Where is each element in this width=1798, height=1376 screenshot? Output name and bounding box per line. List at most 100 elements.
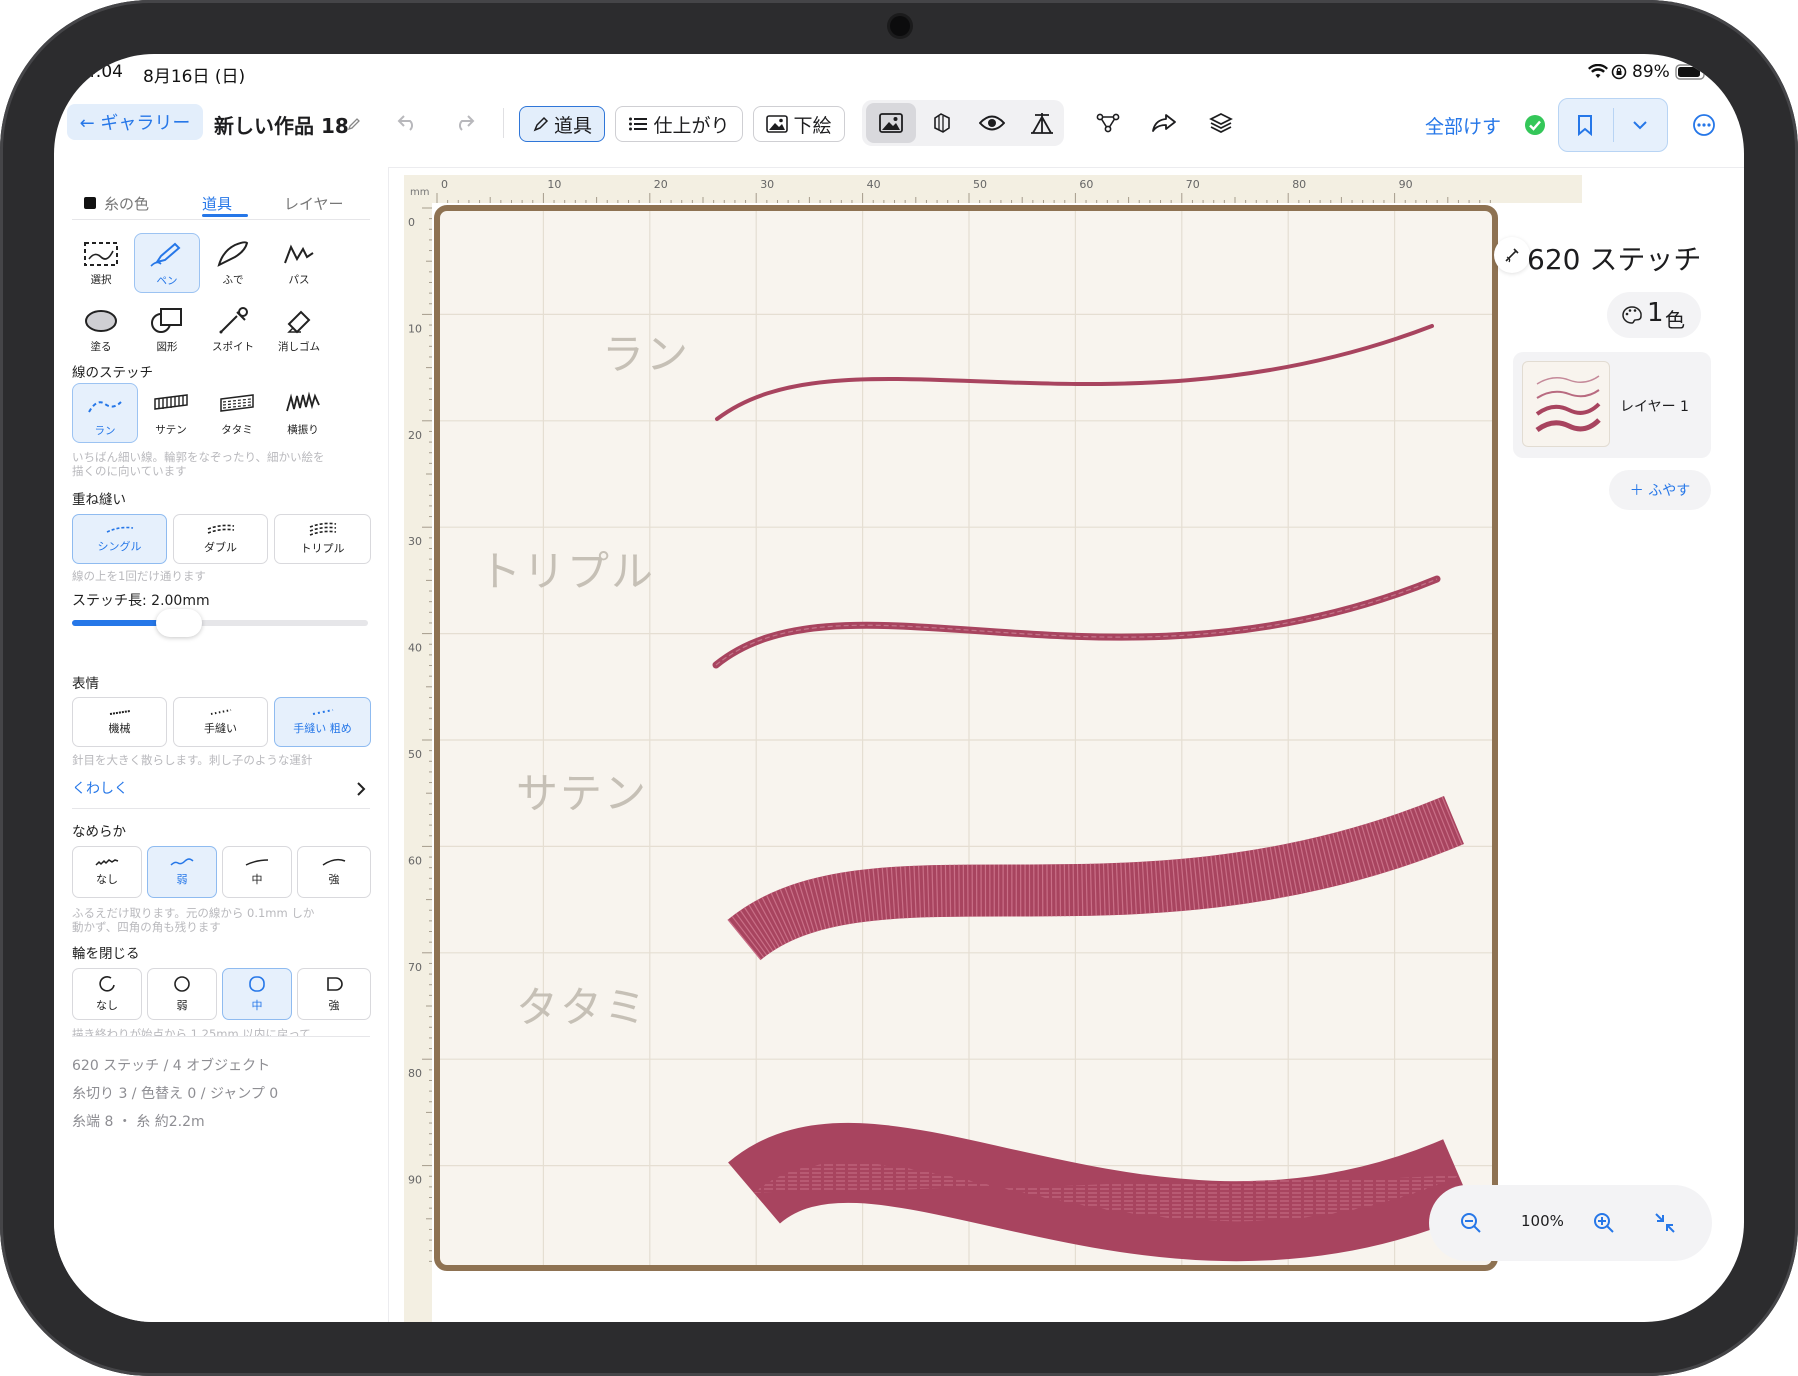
v-ruler-label: 20 xyxy=(408,429,422,442)
tab-layers[interactable]: レイヤー xyxy=(284,193,344,214)
color-count-pill[interactable]: 1 色 xyxy=(1607,292,1701,338)
stats-divider xyxy=(72,1036,370,1037)
eyedropper-tool[interactable]: スポイト xyxy=(200,300,266,360)
v-ruler-label: 10 xyxy=(408,322,422,335)
more-details-link[interactable]: くわしく xyxy=(72,778,128,798)
eyedropper-icon xyxy=(219,307,248,334)
fill-tool[interactable]: 塗る xyxy=(68,300,134,360)
smooth-weak-option[interactable]: 弱 xyxy=(147,846,217,898)
tatami-stitch-icon xyxy=(220,394,254,412)
undo-icon[interactable] xyxy=(388,102,428,142)
eraser-tool[interactable]: 消しゴム xyxy=(266,300,332,360)
select-tool[interactable]: 選択 xyxy=(68,233,134,293)
palette-icon xyxy=(1622,306,1642,324)
add-layer-button[interactable]: ＋ ふやす xyxy=(1609,470,1711,510)
rename-pencil-icon[interactable] xyxy=(347,117,361,131)
path-tool[interactable]: パス xyxy=(266,233,332,293)
stitch-count: 620 ステッチ xyxy=(1527,243,1702,276)
tab-thread-color[interactable]: 糸の色 xyxy=(104,193,149,214)
finish-mode-button[interactable]: 仕上がり xyxy=(615,106,743,142)
brush-tool[interactable]: ふで xyxy=(200,233,266,293)
app-screen: 14:04 8月16日 (日) 89% ← ギャラリー 新しい作品 18 道具 xyxy=(54,54,1744,1322)
expression-hand-option[interactable]: 手縫い xyxy=(173,697,268,747)
share-icon[interactable] xyxy=(1144,103,1184,143)
machine-stitch-icon xyxy=(109,710,130,715)
stitch-length-label: ステッチ長: 2.00mm xyxy=(72,593,210,609)
stitch-count-chip xyxy=(1494,237,1530,273)
eye-icon[interactable] xyxy=(972,103,1012,143)
finish-mode-label: 仕上がり xyxy=(653,114,730,137)
fit-screen-icon[interactable] xyxy=(1645,1203,1685,1243)
redo-icon[interactable] xyxy=(444,102,484,142)
zoom-out-icon[interactable] xyxy=(1451,1203,1491,1243)
v-ruler-label: 30 xyxy=(408,535,422,548)
close-loop-none-option[interactable]: なし xyxy=(72,968,142,1020)
smooth-medium-option[interactable]: 中 xyxy=(222,846,292,898)
overlap-double-option[interactable]: ダブル xyxy=(173,514,268,564)
overlap-triple-option[interactable]: トリプル xyxy=(274,514,371,564)
zoom-in-icon[interactable] xyxy=(1584,1203,1624,1243)
hoop-border xyxy=(434,205,1498,1271)
fill-tool-label: 塗る xyxy=(90,341,112,353)
smooth-heading: なめらか xyxy=(72,824,126,840)
zigzag-stitch-icon xyxy=(286,391,320,412)
smooth-weak-icon xyxy=(170,858,194,866)
close-loop-medium-option[interactable]: 中 xyxy=(222,968,292,1020)
sketch-mode-button[interactable]: 下絵 xyxy=(753,106,845,142)
hoop-frame xyxy=(434,205,1498,1271)
expression-hint: 針目を大きく散らします。刺し子のような運針 xyxy=(72,753,313,767)
h-ruler-label: 90 xyxy=(1399,178,1413,191)
list-icon xyxy=(629,117,648,131)
stitch-zigzag-option[interactable]: 横振り xyxy=(270,383,336,443)
stitch-length-thumb[interactable] xyxy=(155,609,202,637)
close-loop-weak-option[interactable]: 弱 xyxy=(147,968,217,1020)
line-stitch-hint-1: いちばん細い線。輪郭をなぞったり、細かい絵を xyxy=(72,450,325,464)
bookmark-icon[interactable] xyxy=(1565,105,1605,145)
smooth-strong-option[interactable]: 強 xyxy=(297,846,371,898)
show-sketch-toggle[interactable] xyxy=(866,103,916,143)
expression-heading: 表情 xyxy=(72,676,99,692)
tools-mode-button[interactable]: 道具 xyxy=(519,106,605,142)
overlap-single-label: シングル xyxy=(97,540,142,553)
loop-weak-icon xyxy=(174,976,190,992)
chevron-down-icon[interactable] xyxy=(1620,105,1660,145)
embroidery-canvas[interactable]: mm 0 10 20 30 40 50 60 70 80 90 0 10 20 30 40 50 60 70 80 90… xyxy=(404,175,1582,1322)
layers-icon[interactable] xyxy=(1201,103,1241,143)
gallery-button[interactable]: ← ギャラリー xyxy=(67,104,203,140)
shape-tool-label: 図形 xyxy=(156,341,178,353)
canvas-label: ラン xyxy=(602,330,690,379)
tension-icon[interactable] xyxy=(1022,103,1062,143)
eyedropper-tool-label: スポイト xyxy=(212,341,254,353)
ruler-unit: mm xyxy=(410,187,429,198)
tab-tools[interactable]: 道具 xyxy=(202,193,232,214)
loop-strong-icon xyxy=(327,977,343,991)
layer-card[interactable]: レイヤー 1 xyxy=(1513,352,1711,458)
select-tool-label: 選択 xyxy=(90,274,112,286)
pen-tool-label: ペン xyxy=(156,275,178,287)
nodes-icon[interactable] xyxy=(1088,103,1128,143)
front-camera xyxy=(890,16,910,36)
document-title[interactable]: 新しい作品 18 xyxy=(214,110,349,139)
smooth-none-option[interactable]: なし xyxy=(72,846,142,898)
expression-machine-option[interactable]: 機械 xyxy=(72,697,167,747)
stitch-run-option[interactable]: ラン xyxy=(72,383,138,443)
close-loop-strong-option[interactable]: 強 xyxy=(297,968,371,1020)
overlap-single-option[interactable]: シングル xyxy=(72,514,167,564)
stitch-tatami-option[interactable]: タタミ xyxy=(204,383,270,443)
h-ruler-label: 40 xyxy=(867,178,881,191)
expression-hand-rough-option[interactable]: 手縫い 粗め xyxy=(274,697,371,747)
stitch-satin-option[interactable]: サテン xyxy=(138,383,204,443)
clear-all-button[interactable]: 全部けす xyxy=(1425,112,1501,139)
layer-name: レイヤー 1 xyxy=(1620,399,1689,415)
chevron-right-icon[interactable] xyxy=(356,781,366,797)
image-icon xyxy=(766,115,789,133)
path-tool-label: パス xyxy=(288,274,310,286)
double-line-icon xyxy=(207,524,234,534)
shape-tool[interactable]: 図形 xyxy=(134,300,200,360)
sketch-mode-label: 下絵 xyxy=(793,114,832,137)
v-ruler-label: 70 xyxy=(408,961,422,974)
more-icon[interactable] xyxy=(1684,105,1724,145)
pen-tool[interactable]: ペン xyxy=(134,233,200,293)
stitch-3d-icon[interactable] xyxy=(922,103,962,143)
h-ruler-label: 60 xyxy=(1079,178,1093,191)
